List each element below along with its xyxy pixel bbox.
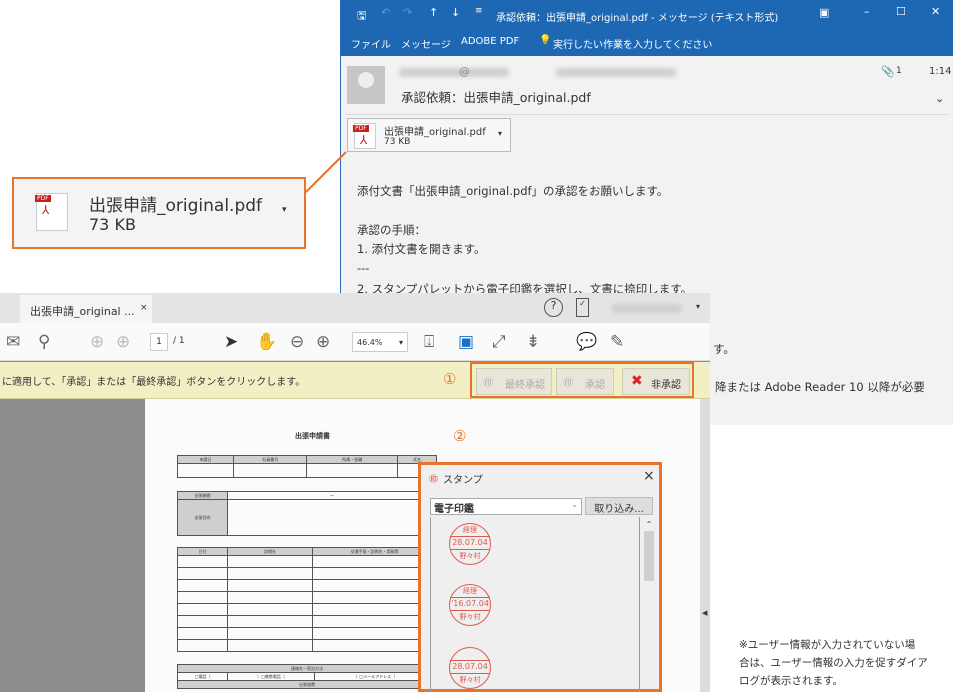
page-count: / 1 bbox=[173, 336, 185, 346]
callout-attachment-name: 出張申請_original.pdf bbox=[89, 196, 263, 216]
stamp-palette: ㊞ スタンプ × 電子印鑑 ⌄ 取り込み... 経理 28.07.04 野々村 経理 '… bbox=[418, 462, 662, 692]
page-number-input[interactable]: 1 bbox=[150, 333, 168, 351]
pen-icon[interactable]: ✎ bbox=[610, 332, 624, 352]
document-tab[interactable]: 出張申請_original ... × bbox=[20, 295, 152, 323]
footnote-line: ※ユーザー情報が入力されていない場 bbox=[739, 639, 916, 651]
previous-page-icon[interactable]: ⊕ bbox=[90, 332, 104, 352]
zoom-in-icon[interactable]: ⊕ bbox=[316, 332, 330, 352]
next-page-icon[interactable]: ⊕ bbox=[116, 332, 130, 352]
footnote-line: ログが表示されます。 bbox=[739, 675, 843, 687]
step-marker-2: ② bbox=[453, 427, 467, 445]
stamp-list-scrollbar[interactable]: ⌃ bbox=[643, 520, 655, 690]
hand-tool-icon[interactable]: ✋ bbox=[256, 332, 277, 352]
x-icon: ✖ bbox=[631, 373, 643, 389]
final-approve-button[interactable]: ㊞最終承認 bbox=[476, 368, 552, 395]
mobile-link-icon[interactable]: ✓ bbox=[576, 298, 589, 317]
full-screen-icon[interactable]: ⤢ bbox=[492, 332, 506, 352]
stamp-item[interactable]: 28.07.04 野々村 bbox=[449, 647, 491, 689]
fit-page-icon[interactable]: ⍗ bbox=[424, 332, 434, 352]
document-tab-bar: 出張申請_original ... × ? ✓ ▾ bbox=[0, 293, 710, 323]
pdf-file-icon bbox=[35, 193, 68, 231]
select-tool-icon[interactable]: ➤ bbox=[224, 332, 238, 352]
pane-scrollbar[interactable]: ◀ bbox=[700, 399, 710, 692]
approval-message-bar: に適用して、「承認」または「最終承認」ボタンをクリックします。 ① ㊞最終承認 … bbox=[0, 362, 710, 399]
stamp-list: 経理 28.07.04 野々村 経理 '16.07.04 野々村 28.07.04 野々村 bbox=[430, 517, 640, 692]
import-button[interactable]: 取り込み... bbox=[585, 497, 653, 515]
search-icon[interactable]: ⚲ bbox=[38, 332, 50, 352]
period-table: 出張期間～ 出張目的 bbox=[177, 491, 437, 536]
applicant-table: 申請日 社員番号 所属・役職 氏名 bbox=[176, 455, 437, 478]
stamp-item[interactable]: 経理 '16.07.04 野々村 bbox=[449, 584, 491, 626]
email-icon[interactable]: ✉ bbox=[6, 332, 20, 352]
read-mode-icon[interactable]: ⇟ bbox=[526, 332, 540, 352]
zoom-value: 46.4% bbox=[357, 338, 383, 347]
step-marker-1: ① bbox=[443, 370, 457, 388]
approve-button[interactable]: ㊞承認 bbox=[556, 368, 614, 395]
stamp-item[interactable]: 経理 28.07.04 野々村 bbox=[449, 523, 491, 565]
approval-instructions: に適用して、「承認」または「最終承認」ボタンをクリックします。 bbox=[2, 377, 306, 388]
help-icon[interactable]: ? bbox=[544, 298, 563, 317]
close-icon[interactable]: × bbox=[643, 468, 655, 484]
callout-attachment-size: 73 KB bbox=[89, 215, 136, 234]
zoom-select[interactable]: 46.4% ▾ bbox=[352, 332, 408, 352]
footnote: ※ユーザー情報が入力されていない場 合は、ユーザー情報の入力を促すダイア ログが… bbox=[739, 636, 928, 690]
document-title: 出張申請書 bbox=[295, 432, 330, 440]
stamp-palette-title: スタンプ bbox=[443, 475, 483, 486]
footnote-line: 合は、ユーザー情報の入力を促すダイア bbox=[739, 657, 928, 669]
account-name-blurred[interactable] bbox=[612, 304, 682, 313]
tab-label: 出張申請_original ... bbox=[30, 305, 135, 318]
itinerary-table: 日付 訪問先 交通手段・訪問先・用務等 bbox=[177, 547, 437, 652]
fit-width-icon[interactable]: ▣ bbox=[458, 332, 474, 352]
reject-button[interactable]: ✖ 非承認 bbox=[622, 368, 690, 395]
account-dropdown-icon[interactable]: ▾ bbox=[696, 302, 700, 311]
stamp-palette-icon: ㊞ bbox=[429, 475, 439, 485]
stamp-icon: ㊞ bbox=[483, 378, 493, 389]
contact-table: 連絡先・宿泊方法 □電話（ ）□携帯電話（ ）□メールアドレス（ 出張旅費 bbox=[176, 664, 438, 689]
toolbar: ✉ ⚲ ⊕ ⊕ 1 / 1 ➤ ✋ ⊖ ⊕ 46.4% ▾ ⍗ ▣ ⤢ ⇟ 💬 ✎ bbox=[0, 323, 710, 361]
dropdown-icon: ▾ bbox=[282, 205, 287, 215]
stamp-category-select[interactable]: 電子印鑑 ⌄ bbox=[430, 498, 582, 515]
comment-icon[interactable]: 💬 bbox=[576, 332, 597, 352]
stamp-icon: ㊞ bbox=[563, 378, 573, 389]
tab-close-icon[interactable]: × bbox=[140, 303, 148, 313]
zoom-out-icon[interactable]: ⊖ bbox=[290, 332, 304, 352]
approval-buttons-highlight: ㊞最終承認 ㊞承認 ✖ 非承認 bbox=[470, 362, 694, 398]
attachment-callout: 出張申請_original.pdf 73 KB ▾ bbox=[12, 177, 306, 249]
